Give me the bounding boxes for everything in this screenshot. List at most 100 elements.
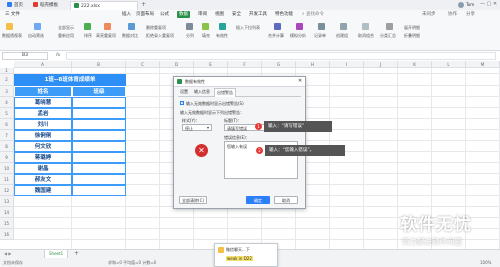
sync-status[interactable]: 未同步 <box>420 11 438 18</box>
text-to-columns-button[interactable]: 分列 <box>186 33 194 39</box>
row-header[interactable]: 16 <box>0 229 14 240</box>
add-sheet-button[interactable]: + <box>74 250 79 258</box>
column-header[interactable]: C <box>126 61 160 68</box>
subtotal-button[interactable]: 分类汇总 <box>380 33 396 39</box>
style-select[interactable]: 停止 ▾ <box>182 124 212 131</box>
row-header[interactable]: 6 <box>0 119 14 130</box>
class-cell[interactable] <box>72 163 126 174</box>
ok-button[interactable]: 确定 <box>246 196 270 204</box>
new-tab-button[interactable]: + <box>141 2 146 8</box>
fx-icon[interactable]: fx <box>56 52 60 60</box>
row-header[interactable]: 14 <box>0 207 14 218</box>
clear-all-button[interactable]: 全部清除(C) <box>179 196 207 204</box>
sheet-nav-arrows[interactable]: ◀ ▶ <box>4 251 11 256</box>
show-error-checkbox[interactable]: ✓ <box>180 100 184 105</box>
reject-duplicates-button[interactable]: 拒绝录入重复项 <box>146 33 174 39</box>
menu-review[interactable]: 审阅 <box>196 11 209 18</box>
expand-detail-button[interactable]: 展开明细 <box>404 25 420 31</box>
close-icon[interactable]: ✕ <box>298 78 302 84</box>
row-header[interactable]: 15 <box>0 218 14 229</box>
name-cell[interactable]: 何文欣 <box>14 141 72 152</box>
row-header[interactable]: 8 <box>0 141 14 152</box>
row-header[interactable]: 4 <box>0 97 14 108</box>
menu-formulas[interactable]: 公式 <box>158 11 171 18</box>
remove-duplicates-button[interactable]: 删除重复项 <box>146 25 166 31</box>
row-header[interactable]: 9 <box>0 152 14 163</box>
table-title[interactable]: 1班--8班体育成绩单 <box>14 74 126 86</box>
create-group-button[interactable]: 创建组 <box>336 33 348 39</box>
name-cell[interactable]: 郝友文 <box>14 174 72 185</box>
row-header[interactable]: 11 <box>0 174 14 185</box>
column-header[interactable]: J <box>364 61 398 68</box>
column-header[interactable]: D <box>160 61 194 68</box>
sort-button[interactable]: 排序 <box>84 33 92 39</box>
column-header[interactable]: G <box>262 61 296 68</box>
reapply-button[interactable]: 重新应用 <box>58 33 74 39</box>
header-class[interactable]: 班级 <box>72 86 126 97</box>
menu-file[interactable]: 三 文件 <box>3 11 22 18</box>
fill-button[interactable]: 填充 <box>202 33 210 39</box>
menu-page-layout[interactable]: 页面布局 <box>134 11 156 18</box>
menu-developer[interactable]: 开发工具 <box>247 11 269 18</box>
menu-view[interactable]: 视图 <box>213 11 226 18</box>
tab-settings[interactable]: 设置 <box>180 89 188 95</box>
what-if-button[interactable]: 模拟分析 <box>290 33 306 39</box>
data-compare-button[interactable]: 数据对比 <box>122 33 138 39</box>
row-header[interactable]: 10 <box>0 163 14 174</box>
tab-templates[interactable]: 稻壳模板 <box>30 1 61 10</box>
class-cell[interactable] <box>72 119 126 130</box>
menu-special[interactable]: 特色功能 <box>273 11 295 18</box>
collapse-detail-button[interactable]: 折叠明细 <box>404 33 420 39</box>
autofilter-button[interactable]: 自动筛选 <box>28 33 44 39</box>
class-cell[interactable] <box>72 108 126 119</box>
name-cell[interactable]: 谢晶 <box>14 163 72 174</box>
row-header[interactable]: 3 <box>0 86 14 97</box>
class-cell[interactable] <box>72 174 126 185</box>
row-header[interactable]: 7 <box>0 130 14 141</box>
column-header[interactable]: B <box>72 61 126 68</box>
pivot-table-button[interactable]: 数据透视表 <box>2 33 22 39</box>
name-cell[interactable]: 刘川 <box>14 119 72 130</box>
menu-data[interactable]: 数据 <box>177 11 190 18</box>
collaborate-button[interactable]: 协作 <box>446 11 459 18</box>
name-box[interactable]: B3 <box>2 52 48 60</box>
column-header[interactable]: H <box>296 61 330 68</box>
show-all-button[interactable]: 全部显示 <box>58 25 74 31</box>
row-header[interactable]: 5 <box>0 108 14 119</box>
validity-button[interactable]: 有效性 <box>216 33 228 39</box>
formula-input[interactable] <box>66 52 496 60</box>
highlight-duplicates-button[interactable]: 高亮重复项 <box>96 33 116 39</box>
ungroup-button[interactable]: 取消组合 <box>358 33 374 39</box>
menu-security[interactable]: 安全 <box>230 11 243 18</box>
name-cell[interactable]: 魏国建 <box>14 185 72 196</box>
command-search[interactable]: ⌕ 查找命令 <box>300 11 326 18</box>
row-header[interactable]: 12 <box>0 185 14 196</box>
dialog-titlebar[interactable]: 数据有效性 ✕ <box>174 77 305 87</box>
name-cell[interactable]: 蒋璐婷 <box>14 152 72 163</box>
record-form-button[interactable]: 记录单 <box>314 33 326 39</box>
name-cell[interactable]: 徐俐俐 <box>14 130 72 141</box>
zoom-level[interactable]: 100% <box>480 260 491 265</box>
tab-document[interactable]: 222.xlsx <box>70 1 138 10</box>
tab-input-message[interactable]: 输入信息 <box>194 89 210 95</box>
name-cell[interactable]: 葛晓慧 <box>14 97 72 108</box>
tab-home[interactable]: 首页 <box>4 1 26 10</box>
column-header[interactable]: A <box>14 61 72 68</box>
header-name[interactable]: 姓名 <box>14 86 72 97</box>
tab-error-alert[interactable]: 出错警告 <box>214 88 236 97</box>
row-header[interactable]: 2 <box>0 74 14 86</box>
notification-popup[interactable]: 微信聊天...下 weak in D22 <box>214 243 278 267</box>
column-header[interactable]: L <box>432 61 466 68</box>
class-cell[interactable] <box>72 130 126 141</box>
column-header[interactable]: M <box>466 61 500 68</box>
class-cell[interactable] <box>72 97 126 108</box>
cancel-button[interactable]: 取消 <box>274 196 298 204</box>
row-header[interactable]: 13 <box>0 196 14 207</box>
class-cell[interactable] <box>72 185 126 196</box>
class-cell[interactable] <box>72 141 126 152</box>
column-header[interactable]: K <box>398 61 432 68</box>
consolidate-button[interactable]: 合并计算 <box>268 33 284 39</box>
class-cell[interactable] <box>72 152 126 163</box>
menu-insert[interactable]: 插入 <box>120 11 133 18</box>
avatar[interactable] <box>458 2 464 8</box>
